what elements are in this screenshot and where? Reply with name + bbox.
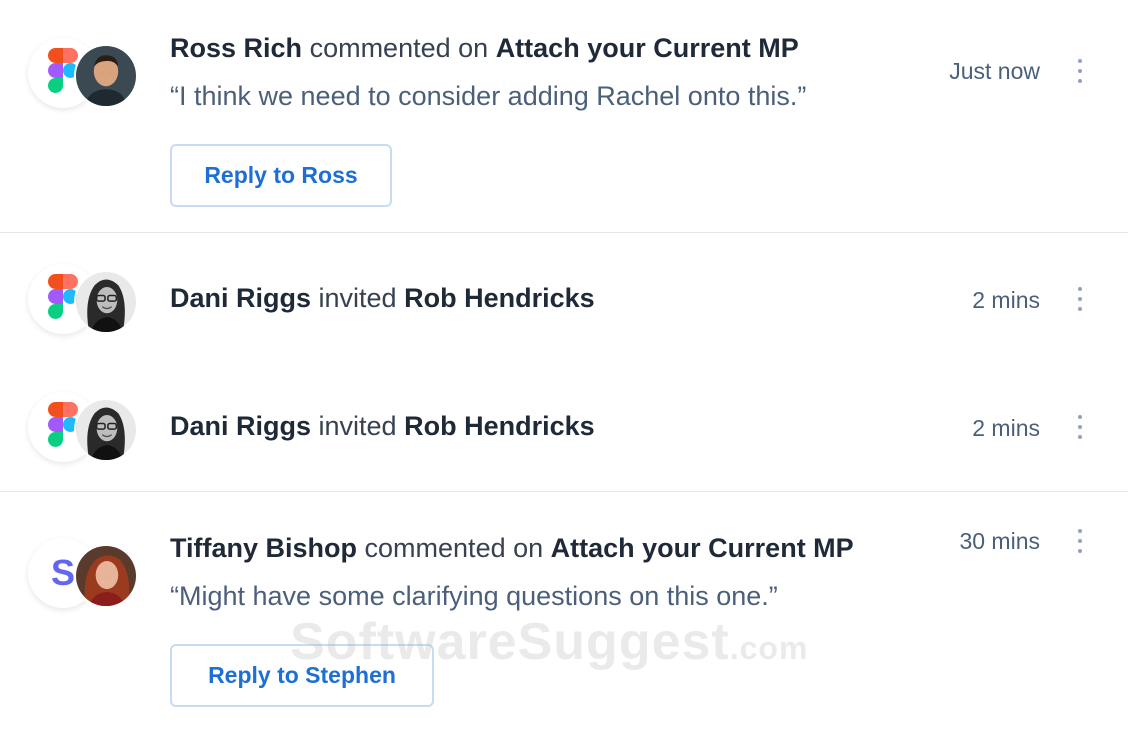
feed-item-comment: Ross Rich commented on Attach your Curre… — [0, 0, 1128, 232]
avatar — [74, 398, 138, 462]
feed-item-invite: Dani Riggs invited Rob Hendricks 2 mins — [0, 233, 1128, 361]
more-options-icon[interactable] — [1072, 526, 1088, 556]
activity-text: Ross Rich commented on Attach your Curre… — [170, 31, 799, 65]
more-options-icon[interactable] — [1072, 56, 1088, 86]
activity-text: Dani Riggs invited Rob Hendricks — [170, 409, 595, 443]
activity-target[interactable]: Attach your Current MP — [551, 533, 854, 563]
reply-button[interactable]: Reply to Ross — [170, 144, 392, 207]
more-options-icon[interactable] — [1072, 412, 1088, 442]
avatar — [74, 544, 138, 608]
timestamp: Just now — [949, 58, 1040, 84]
timestamp: 2 mins — [972, 415, 1040, 441]
activity-text: Tiffany Bishop commented on Attach your … — [170, 531, 854, 565]
avatar — [74, 44, 138, 108]
timestamp: 30 mins — [959, 528, 1040, 554]
avatar-group — [28, 38, 140, 108]
activity-target[interactable]: Attach your Current MP — [496, 33, 799, 63]
timestamp: 2 mins — [972, 287, 1040, 313]
actor-name[interactable]: Dani Riggs — [170, 283, 311, 313]
invitee-name[interactable]: Rob Hendricks — [404, 411, 595, 441]
avatar-group — [28, 264, 140, 334]
activity-verb: invited — [318, 411, 397, 441]
actor-name[interactable]: Dani Riggs — [170, 411, 311, 441]
avatar-group: S — [28, 538, 140, 608]
activity-verb: invited — [318, 283, 397, 313]
comment-quote: “Might have some clarifying questions on… — [170, 581, 778, 611]
activity-verb: commented on — [309, 33, 489, 63]
activity-feed: Ross Rich commented on Attach your Curre… — [0, 0, 1128, 740]
actor-name[interactable]: Ross Rich — [170, 33, 302, 63]
reply-button[interactable]: Reply to Stephen — [170, 644, 434, 707]
activity-verb: commented on — [364, 533, 544, 563]
feed-item-invite: Dani Riggs invited Rob Hendricks 2 mins — [0, 361, 1128, 491]
more-options-icon[interactable] — [1072, 284, 1088, 314]
activity-text: Dani Riggs invited Rob Hendricks — [170, 281, 595, 315]
feed-item-comment: S Tiffany Bishop commented on Attach you… — [0, 492, 1128, 740]
avatar-group — [28, 392, 140, 462]
comment-quote: “I think we need to consider adding Rach… — [170, 81, 807, 111]
invitee-name[interactable]: Rob Hendricks — [404, 283, 595, 313]
actor-name[interactable]: Tiffany Bishop — [170, 533, 357, 563]
avatar — [74, 270, 138, 334]
